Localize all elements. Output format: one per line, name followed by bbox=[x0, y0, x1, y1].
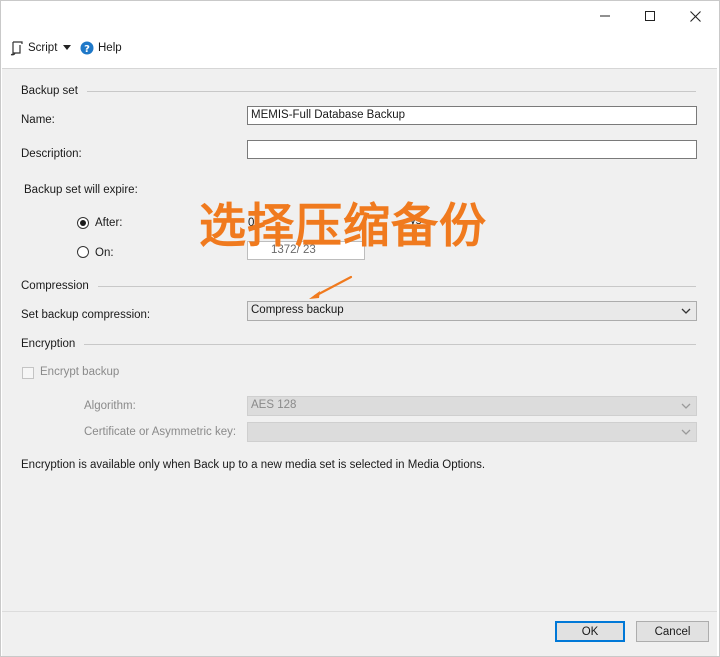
dialog-footer: OK Cancel bbox=[2, 611, 717, 656]
minimize-button[interactable] bbox=[582, 1, 628, 31]
encryption-note: Encryption is available only when Back u… bbox=[21, 459, 486, 471]
close-icon bbox=[689, 10, 701, 22]
maximize-button[interactable] bbox=[627, 1, 673, 31]
description-label: Description: bbox=[21, 148, 82, 160]
encrypt-backup-label: Encrypt backup bbox=[40, 366, 120, 378]
title-bar bbox=[1, 1, 719, 31]
cancel-button[interactable]: Cancel bbox=[636, 621, 709, 642]
encryption-title: Encryption bbox=[21, 338, 76, 350]
certificate-select[interactable] bbox=[247, 422, 697, 442]
help-icon: ? bbox=[80, 41, 94, 55]
algorithm-selected-value: AES 128 bbox=[251, 399, 297, 411]
encrypt-backup-checkbox[interactable] bbox=[22, 367, 34, 379]
after-label: After: bbox=[95, 217, 123, 229]
close-button[interactable] bbox=[672, 1, 718, 31]
backup-set-title: Backup set bbox=[21, 85, 78, 97]
on-label: On: bbox=[95, 247, 114, 259]
description-field[interactable] bbox=[247, 140, 697, 159]
compression-label: Set backup compression: bbox=[21, 309, 151, 321]
chevron-down-icon bbox=[681, 429, 691, 435]
minimize-icon bbox=[600, 15, 610, 17]
ok-button[interactable]: OK bbox=[555, 621, 625, 642]
section-divider bbox=[84, 343, 696, 345]
name-label: Name: bbox=[21, 114, 55, 126]
radio-selected-dot bbox=[80, 220, 86, 226]
certificate-label: Certificate or Asymmetric key: bbox=[84, 426, 237, 438]
chevron-down-icon bbox=[681, 403, 691, 409]
chevron-down-icon bbox=[63, 45, 71, 50]
options-panel: Backup set Name: MEMIS-Full Database Bac… bbox=[2, 68, 717, 611]
script-icon bbox=[10, 41, 23, 56]
compression-section: Compression bbox=[21, 280, 696, 292]
backup-set-section: Backup set bbox=[21, 85, 696, 97]
after-radio[interactable] bbox=[77, 217, 89, 229]
section-divider bbox=[97, 285, 696, 287]
algorithm-label: Algorithm: bbox=[84, 400, 136, 412]
ok-label: OK bbox=[581, 625, 599, 638]
compression-title: Compression bbox=[21, 280, 89, 292]
algorithm-select[interactable]: AES 128 bbox=[247, 396, 697, 416]
chevron-down-icon bbox=[681, 308, 691, 314]
script-button[interactable]: Script bbox=[10, 32, 57, 64]
on-radio[interactable] bbox=[77, 246, 89, 258]
encryption-section: Encryption bbox=[21, 338, 696, 350]
compression-select[interactable]: Compress backup bbox=[247, 301, 697, 321]
cancel-label: Cancel bbox=[654, 625, 691, 638]
script-label: Script bbox=[28, 42, 58, 54]
backup-options-dialog: Script ? Help Backup set Name: MEMIS-Ful… bbox=[0, 0, 720, 657]
svg-text:?: ? bbox=[84, 44, 90, 55]
help-label: Help bbox=[98, 42, 122, 54]
toolbar: Script ? Help bbox=[1, 32, 719, 64]
name-field[interactable]: MEMIS-Full Database Backup bbox=[247, 106, 697, 125]
annotation-arrow-icon bbox=[309, 275, 353, 299]
expire-label: Backup set will expire: bbox=[24, 184, 138, 196]
help-button[interactable]: ? Help bbox=[80, 32, 122, 64]
section-divider bbox=[86, 90, 696, 92]
maximize-icon bbox=[645, 11, 655, 21]
script-dropdown-button[interactable] bbox=[63, 32, 71, 64]
compression-selected-value: Compress backup bbox=[251, 304, 344, 316]
annotation-text: 选择压缩备份 bbox=[199, 199, 487, 254]
